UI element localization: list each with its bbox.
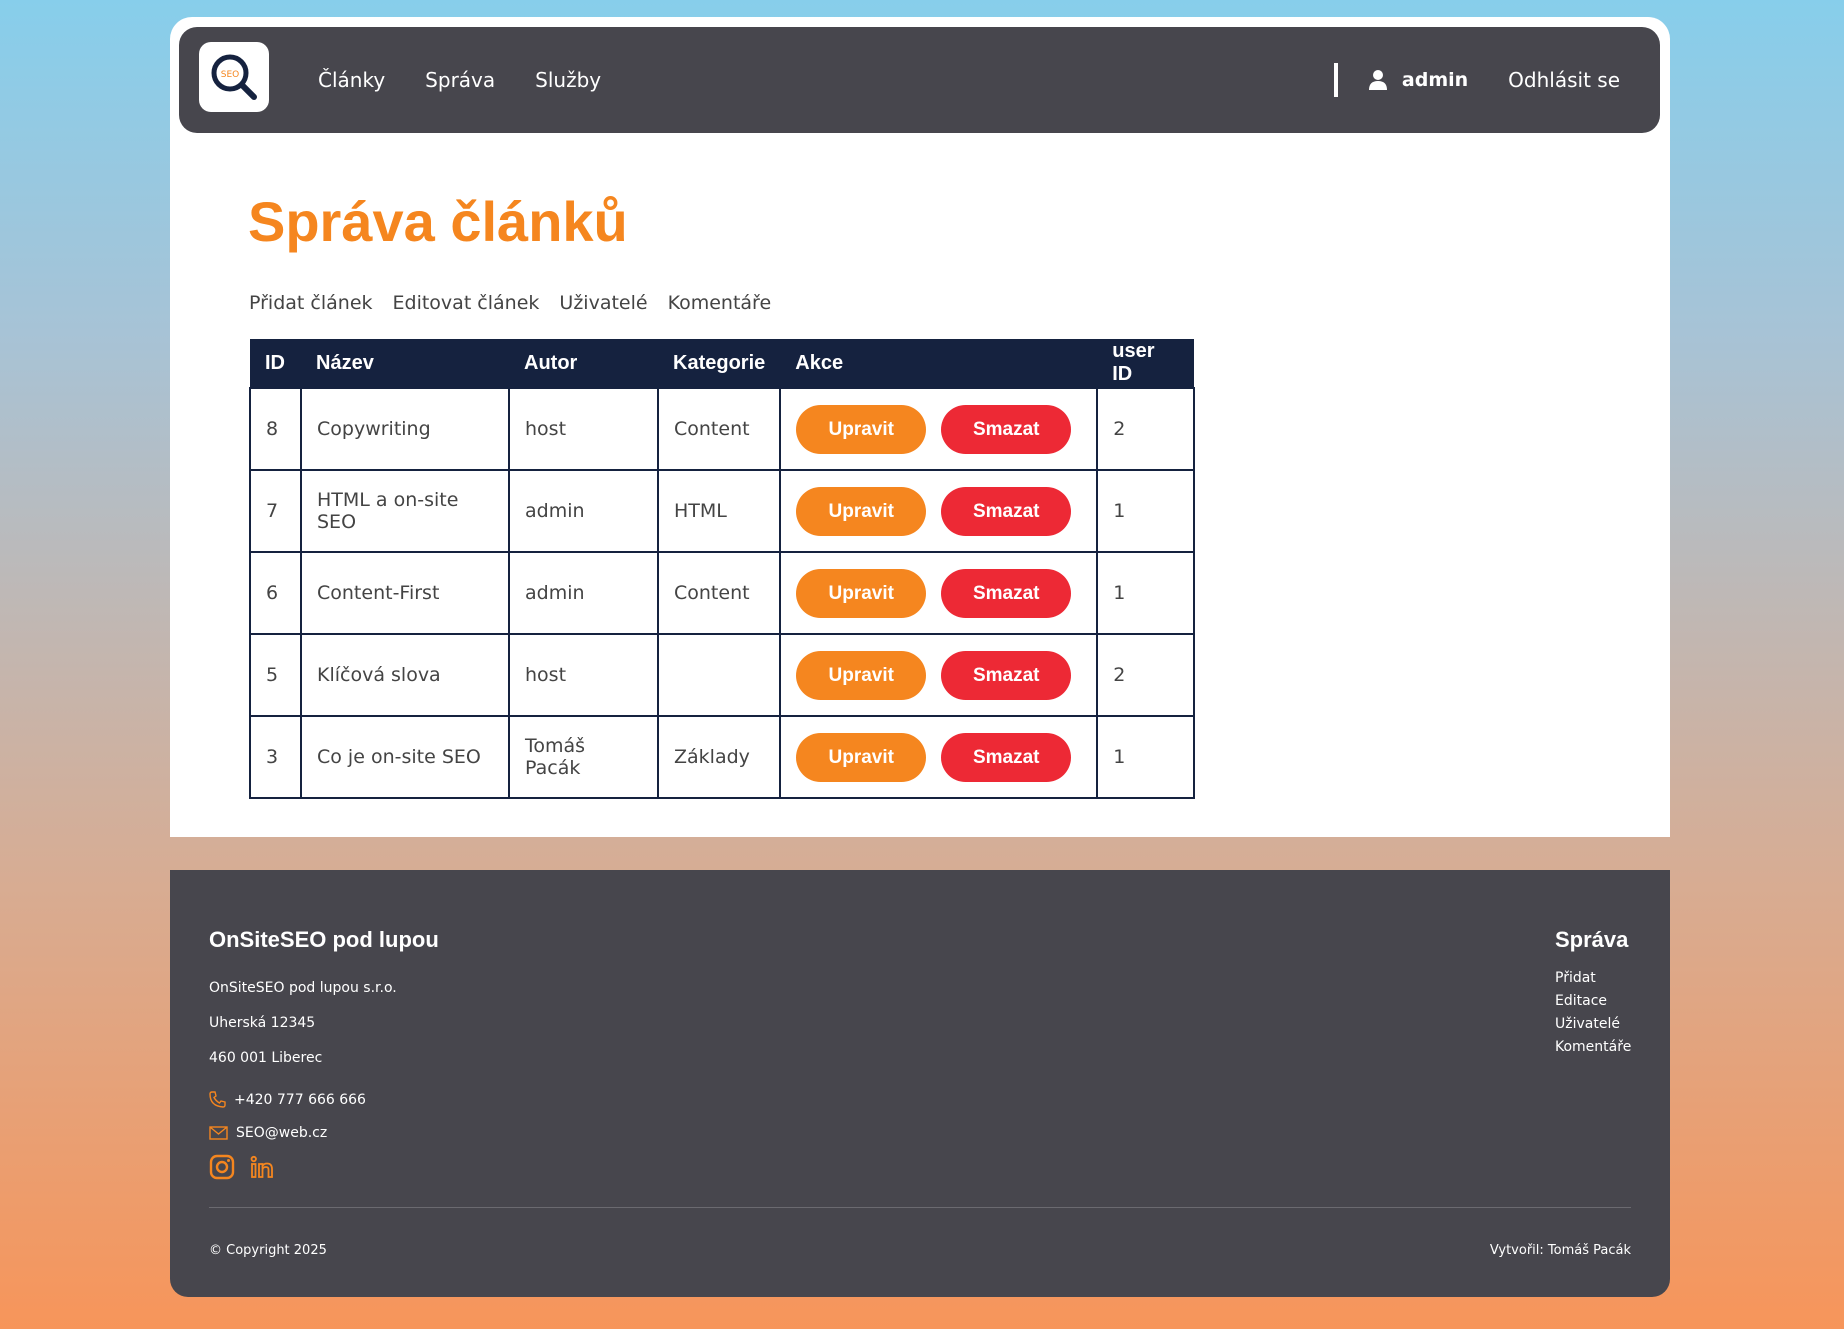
table-row: 6 Content-First admin Content Upravit Sma… — [249, 551, 1196, 635]
nav-link-admin[interactable]: Správa — [425, 68, 495, 92]
col-header-actions: Akce — [780, 339, 1098, 388]
cell-id: 7 — [249, 469, 302, 553]
cell-category: Content — [656, 551, 782, 635]
footer-link-users[interactable]: Uživatelé — [1555, 1016, 1631, 1032]
footer-admin-links: Přidat Editace Uživatelé Komentáře — [1555, 970, 1631, 1055]
col-header-user-id: user ID — [1097, 339, 1195, 388]
cell-id: 8 — [249, 387, 302, 471]
cell-category: HTML — [656, 469, 782, 553]
navbar: SEO Články Správa Služby admin Odhlásit … — [179, 27, 1660, 133]
delete-button[interactable]: Smazat — [941, 404, 1072, 454]
username: admin — [1401, 69, 1469, 91]
logo[interactable]: SEO — [199, 42, 269, 112]
cell-author: host — [508, 633, 659, 717]
cell-actions: Upravit Smazat — [779, 469, 1099, 553]
footer-phone-text: +420 777 666 666 — [234, 1091, 366, 1108]
edit-button[interactable]: Upravit — [796, 650, 927, 700]
linkedin-icon[interactable] — [249, 1154, 275, 1180]
footer-street: Uherská 12345 — [209, 1015, 316, 1031]
cell-author: Tomáš Pacák — [508, 715, 659, 799]
cell-category: Content — [656, 387, 782, 471]
table-row: 5 Klíčová slova host Upravit Smazat 2 — [249, 633, 1196, 717]
footer-author: Vytvořil: Tomáš Pacák — [1489, 1243, 1631, 1258]
cell-user-id: 1 — [1096, 469, 1196, 553]
cell-user-id: 2 — [1096, 387, 1196, 471]
cell-id: 5 — [249, 633, 302, 717]
edit-button[interactable]: Upravit — [796, 404, 927, 454]
subnav-edit-article[interactable]: Editovat článek — [393, 292, 540, 314]
footer-phone[interactable]: +420 777 666 666 — [209, 1091, 366, 1108]
cell-name: Co je on-site SEO — [300, 715, 510, 799]
col-header-id: ID — [250, 339, 301, 388]
cell-author: host — [508, 387, 659, 471]
admin-subnav: Přidat článek Editovat článek Uživatelé … — [249, 292, 771, 314]
footer-email-text: SEO@web.cz — [236, 1125, 328, 1141]
nav-user-area: admin Odhlásit se — [1333, 27, 1620, 133]
user-menu[interactable]: admin — [1368, 69, 1468, 91]
table-row: 8 Copywriting host Content Upravit Smazat… — [249, 387, 1196, 471]
instagram-icon[interactable] — [209, 1154, 235, 1180]
cell-actions: Upravit Smazat — [779, 551, 1099, 635]
footer-social — [209, 1154, 275, 1180]
col-header-name: Název — [301, 339, 509, 388]
footer: OnSiteSEO pod lupou OnSiteSEO pod lupou … — [170, 870, 1670, 1297]
cell-user-id: 1 — [1096, 551, 1196, 635]
cell-name: Copywriting — [300, 387, 510, 471]
edit-button[interactable]: Upravit — [796, 732, 927, 782]
cell-author: admin — [508, 551, 659, 635]
delete-button[interactable]: Smazat — [941, 568, 1072, 618]
delete-button[interactable]: Smazat — [941, 486, 1072, 536]
cell-name: Klíčová slova — [300, 633, 510, 717]
cell-category: Základy — [656, 715, 782, 799]
cell-name: Content-First — [300, 551, 510, 635]
footer-link-comments[interactable]: Komentáře — [1555, 1039, 1631, 1055]
mail-icon — [209, 1126, 228, 1140]
table-header-row: ID Název Autor Kategorie Akce user ID — [250, 339, 1195, 388]
cell-id: 3 — [249, 715, 302, 799]
cell-id: 6 — [249, 551, 302, 635]
nav-link-services[interactable]: Služby — [535, 68, 601, 92]
cell-actions: Upravit Smazat — [779, 715, 1099, 799]
table-row: 7 HTML a on-site SEO admin HTML Upravit S… — [249, 469, 1196, 553]
delete-button[interactable]: Smazat — [941, 732, 1072, 782]
footer-copyright: © Copyright 2025 — [209, 1243, 327, 1258]
footer-email[interactable]: SEO@web.cz — [209, 1125, 327, 1141]
cell-category — [656, 633, 782, 717]
cell-name: HTML a on-site SEO — [300, 469, 510, 553]
col-header-author: Autor — [509, 339, 658, 388]
footer-divider — [209, 1207, 1631, 1208]
footer-company: OnSiteSEO pod lupou s.r.o. — [209, 980, 397, 996]
cell-user-id: 2 — [1096, 633, 1196, 717]
cell-user-id: 1 — [1096, 715, 1196, 799]
subnav-comments[interactable]: Komentáře — [668, 292, 772, 314]
user-icon — [1368, 70, 1387, 90]
nav-divider — [1333, 63, 1338, 97]
phone-icon — [209, 1091, 226, 1108]
footer-link-add[interactable]: Přidat — [1555, 970, 1631, 986]
subnav-users[interactable]: Uživatelé — [559, 292, 647, 314]
cell-actions: Upravit Smazat — [779, 387, 1099, 471]
footer-admin-title: Správa — [1555, 927, 1629, 952]
main-nav: Články Správa Služby — [318, 27, 601, 133]
footer-link-edit[interactable]: Editace — [1555, 993, 1631, 1009]
col-header-category: Kategorie — [658, 339, 781, 388]
cell-actions: Upravit Smazat — [779, 633, 1099, 717]
cell-author: admin — [508, 469, 659, 553]
footer-brand: OnSiteSEO pod lupou — [209, 927, 439, 952]
footer-city: 460 001 Liberec — [209, 1050, 323, 1066]
table-row: 3 Co je on-site SEO Tomáš Pacák Základy … — [249, 715, 1196, 799]
page-container: SEO Články Správa Služby admin Odhlásit … — [170, 17, 1670, 1297]
articles-table: ID Název Autor Kategorie Akce user ID 8 … — [249, 339, 1196, 799]
edit-button[interactable]: Upravit — [796, 568, 927, 618]
subnav-add-article[interactable]: Přidat článek — [249, 292, 373, 314]
edit-button[interactable]: Upravit — [796, 486, 927, 536]
logo-text: SEO — [221, 70, 239, 80]
nav-link-articles[interactable]: Články — [318, 68, 385, 92]
page-title: Správa článků — [248, 190, 628, 253]
main-card: SEO Články Správa Služby admin Odhlásit … — [170, 17, 1670, 837]
delete-button[interactable]: Smazat — [941, 650, 1072, 700]
logout-link[interactable]: Odhlásit se — [1508, 68, 1620, 92]
magnifier-logo-icon: SEO — [211, 54, 257, 100]
